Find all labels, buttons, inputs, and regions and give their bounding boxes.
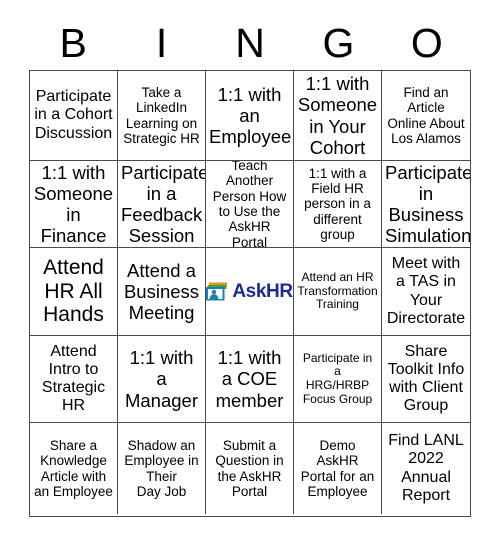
bingo-cell-text: Take a LinkedIn Learning on Strategic HR [123, 84, 200, 146]
bingo-cell-b3[interactable]: Attend HR All Hands [30, 248, 118, 336]
bingo-cell-text: Share Toolkit Info with Client Group [387, 342, 465, 415]
askhr-logo: AskHR [206, 282, 293, 301]
askhr-cards-person-icon [206, 282, 228, 301]
bingo-cell-text: Demo AskHR Portal for an Employee [300, 437, 375, 499]
bingo-cell-i3[interactable]: Attend a Business Meeting [118, 248, 206, 336]
header-letter-g: G [322, 19, 355, 66]
header-letter-o: O [410, 19, 443, 66]
header-letter-n: N [235, 19, 265, 66]
bingo-cell-i2[interactable]: Participate in a Feedback Session [118, 161, 206, 248]
bingo-cell-n4[interactable]: 1:1 with a COE member [206, 336, 294, 423]
bingo-cell-text: 1:1 with an Employee [209, 83, 292, 148]
bingo-cell-text: Participate in a Feedback Session [121, 161, 206, 247]
header-letter-b: B [59, 19, 87, 66]
bingo-cell-g3[interactable]: Attend an HR Transformation Training [294, 248, 382, 336]
bingo-cell-n2[interactable]: Teach Another Person How to Use the AskH… [206, 161, 294, 248]
bingo-cell-text: Meet with a TAS in Your Directorate [386, 255, 466, 327]
bingo-cell-g2[interactable]: 1:1 with a Field HR person in a differen… [294, 161, 382, 248]
bingo-cell-g5[interactable]: Demo AskHR Portal for an Employee [294, 423, 382, 514]
bingo-cell-i5[interactable]: Shadow an Employee in Their Day Job [118, 423, 206, 514]
bingo-cell-b5[interactable]: Share a Knowledge Article with an Employ… [30, 423, 118, 514]
askhr-logo-text: AskHR [232, 281, 293, 302]
bingo-cell-text: Participate in a HRG/HRBP Focus Group [302, 350, 373, 406]
bingo-cell-o2[interactable]: Participate in Business Simulation [382, 161, 470, 248]
bingo-cell-text: Participate in a Cohort Discussion [34, 88, 113, 142]
bingo-cell-text: Submit a Question in the AskHR Portal [215, 437, 284, 499]
bingo-cell-b1[interactable]: Participate in a Cohort Discussion [30, 71, 118, 161]
bingo-cell-text: Shadow an Employee in Their Day Job [124, 437, 199, 499]
bingo-cell-text: 1:1 with Someone in Your Cohort [297, 73, 378, 158]
bingo-cell-n5[interactable]: Submit a Question in the AskHR Portal [206, 423, 294, 514]
bingo-header-row: B I N G O [29, 16, 471, 70]
bingo-cell-text: Teach Another Person How to Use the AskH… [212, 161, 287, 248]
bingo-cell-text: 1:1 with a Manager [124, 347, 198, 411]
bingo-cell-i1[interactable]: Take a LinkedIn Learning on Strategic HR [118, 71, 206, 161]
bingo-cell-b4[interactable]: Attend Intro to Strategic HR [30, 336, 118, 423]
bingo-cell-g4[interactable]: Participate in a HRG/HRBP Focus Group [294, 336, 382, 423]
bingo-grid: Participate in a Cohort Discussion Take a… [29, 70, 471, 517]
bingo-cell-text: Participate in Business Simulation [385, 161, 470, 247]
bingo-cell-text: Find LANL 2022 Annual Report [388, 432, 464, 504]
bingo-cell-text: Attend Intro to Strategic HR [41, 342, 106, 415]
bingo-cell-text: Attend a Business Meeting [123, 259, 200, 324]
bingo-cell-text: Attend an HR Transformation Training [297, 269, 378, 312]
bingo-cell-text: 1:1 with Someone in Finance [33, 161, 114, 247]
bingo-cell-text: 1:1 with a Field HR person in a differen… [304, 165, 371, 243]
bingo-cell-o5[interactable]: Find LANL 2022 Annual Report [382, 423, 470, 514]
bingo-cell-i4[interactable]: 1:1 with a Manager [118, 336, 206, 423]
bingo-cell-text: Share a Knowledge Article with an Employ… [34, 437, 113, 499]
bingo-cell-o1[interactable]: Find an Article Online About Los Alamos [382, 71, 470, 161]
bingo-cell-text: 1:1 with a COE member [215, 347, 284, 411]
bingo-cell-g1[interactable]: 1:1 with Someone in Your Cohort [294, 71, 382, 161]
bingo-cell-b2[interactable]: 1:1 with Someone in Finance [30, 161, 118, 248]
bingo-cell-text: Attend HR All Hands [43, 255, 104, 327]
header-letter-i: I [155, 19, 168, 66]
bingo-cell-n1[interactable]: 1:1 with an Employee [206, 71, 294, 161]
bingo-card-page: B I N G O Participate in a Cohort Discus… [0, 0, 500, 544]
bingo-cell-o3[interactable]: Meet with a TAS in Your Directorate [382, 248, 470, 336]
bingo-cell-text: Find an Article Online About Los Alamos [387, 84, 465, 146]
bingo-cell-o4[interactable]: Share Toolkit Info with Client Group [382, 336, 470, 423]
bingo-cell-n3[interactable]: AskHR [206, 248, 294, 336]
